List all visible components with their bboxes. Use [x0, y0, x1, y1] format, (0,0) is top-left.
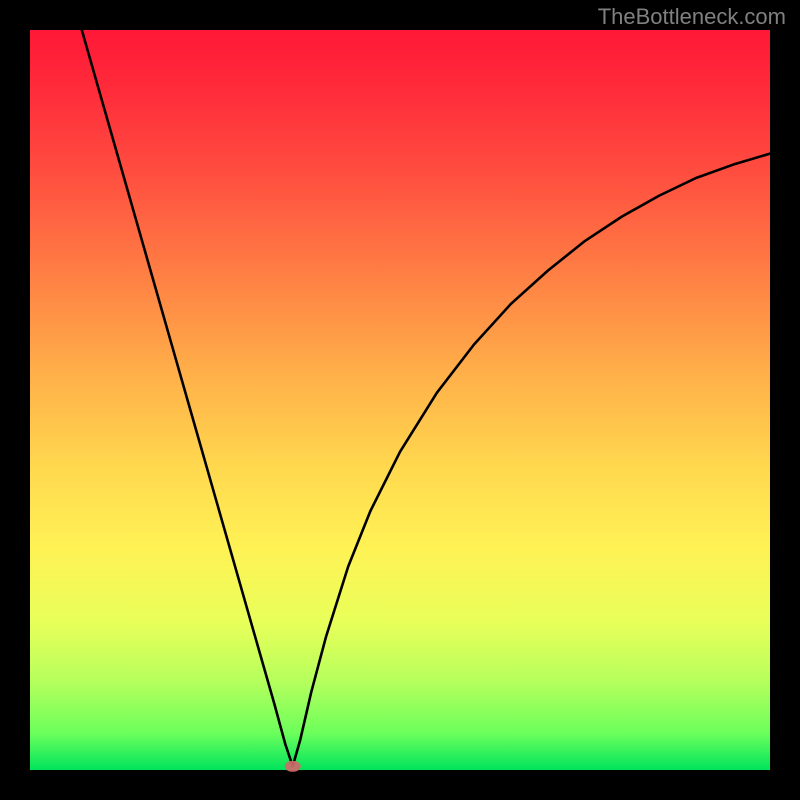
bottleneck-chart — [0, 0, 800, 800]
watermark-text: TheBottleneck.com — [598, 4, 786, 30]
plot-area — [30, 30, 770, 770]
chart-container: TheBottleneck.com — [0, 0, 800, 800]
minimum-marker — [285, 761, 301, 772]
